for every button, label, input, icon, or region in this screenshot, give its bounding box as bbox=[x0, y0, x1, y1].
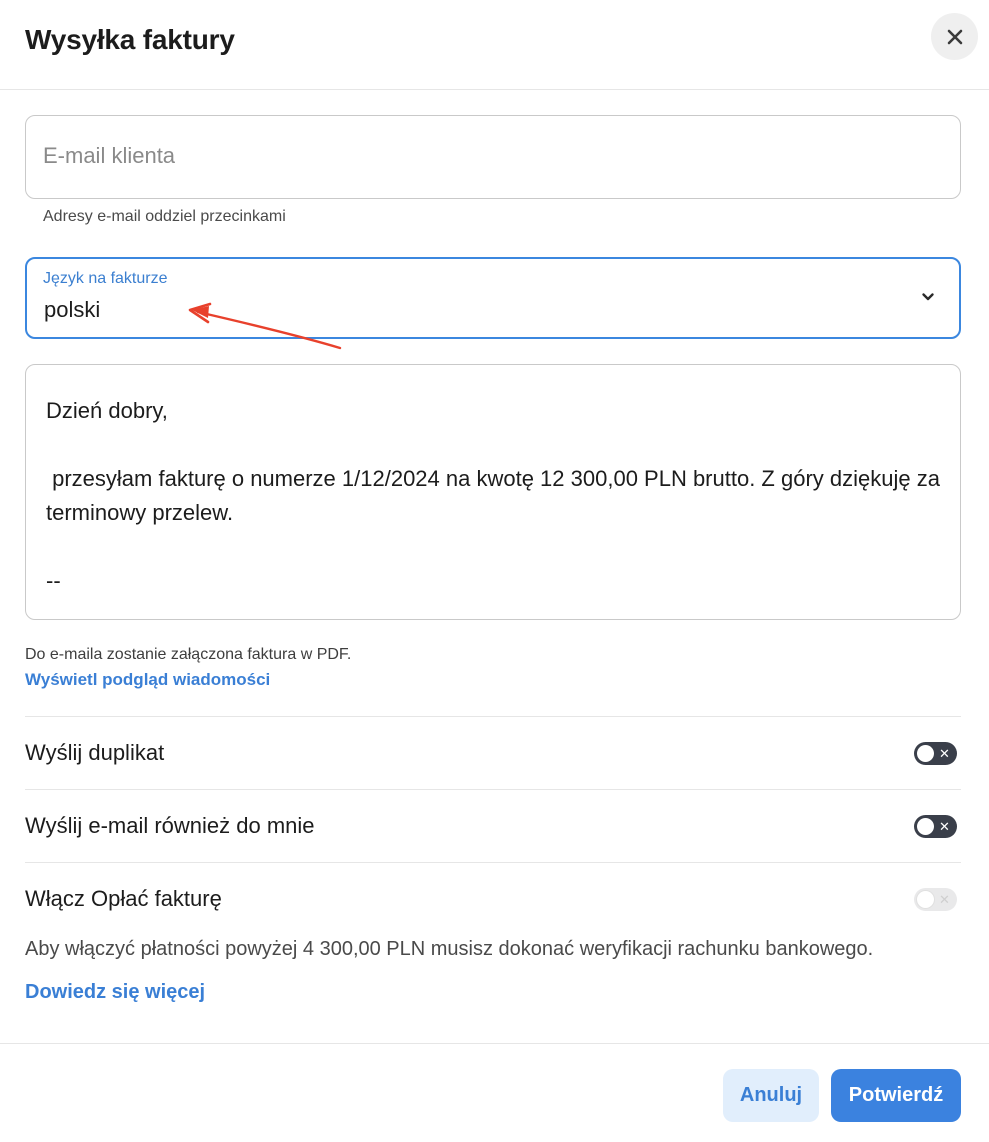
toggle-off-icon: ✕ bbox=[939, 746, 950, 761]
invoice-language-select[interactable]: Język na fakturze polski bbox=[25, 257, 961, 339]
message-body: przesyłam fakturę o numerze 1/12/2024 na… bbox=[46, 466, 947, 525]
message-greeting: Dzień dobry, bbox=[46, 398, 168, 423]
send-copy-to-me-toggle[interactable]: ✕ bbox=[914, 815, 957, 838]
message-signature: -- bbox=[46, 568, 61, 593]
option-row-send-duplicate: Wyślij duplikat ✕ bbox=[25, 716, 961, 789]
invoice-language-value: polski bbox=[44, 297, 101, 322]
dialog-footer: Anuluj Potwierdź bbox=[0, 1043, 989, 1142]
dialog-header: Wysyłka faktury bbox=[0, 0, 989, 90]
client-email-field[interactable] bbox=[25, 115, 961, 199]
enable-pay-invoice-toggle: ✕ bbox=[914, 888, 957, 911]
message-textarea[interactable]: Dzień dobry, przesyłam fakturę o numerze… bbox=[25, 364, 961, 620]
learn-more-link[interactable]: Dowiedz się więcej bbox=[25, 981, 205, 1004]
cancel-button[interactable]: Anuluj bbox=[723, 1069, 819, 1122]
preview-message-link[interactable]: Wyświetl podgląd wiadomości bbox=[25, 670, 270, 690]
option-row-enable-pay-invoice: Włącz Opłać fakturę ✕ bbox=[25, 862, 961, 935]
invoice-language-label: Język na fakturze bbox=[43, 270, 168, 287]
send-duplicate-label: Wyślij duplikat bbox=[25, 740, 165, 765]
close-button[interactable] bbox=[931, 13, 978, 60]
toggle-off-icon: ✕ bbox=[939, 892, 950, 907]
send-duplicate-toggle[interactable]: ✕ bbox=[914, 742, 957, 765]
attachment-note: Do e-maila zostanie załączona faktura w … bbox=[25, 646, 352, 663]
option-row-send-copy-to-me: Wyślij e-mail również do mnie ✕ bbox=[25, 789, 961, 862]
toggle-knob bbox=[917, 818, 934, 835]
send-copy-to-me-label: Wyślij e-mail również do mnie bbox=[25, 813, 315, 838]
enable-pay-invoice-label: Włącz Opłać fakturę bbox=[25, 886, 222, 911]
toggle-knob bbox=[917, 745, 934, 762]
send-invoice-dialog: Wysyłka faktury Adresy e-mail oddziel pr… bbox=[0, 0, 989, 1142]
chevron-down-icon bbox=[922, 293, 934, 301]
dialog-title: Wysyłka faktury bbox=[25, 24, 235, 55]
confirm-button[interactable]: Potwierdź bbox=[831, 1069, 961, 1122]
payment-verification-note: Aby włączyć płatności powyżej 4 300,00 P… bbox=[25, 938, 874, 960]
toggle-knob bbox=[917, 891, 934, 908]
client-email-input[interactable] bbox=[43, 141, 923, 171]
toggle-off-icon: ✕ bbox=[939, 819, 950, 834]
close-icon bbox=[947, 29, 962, 44]
email-helper-text: Adresy e-mail oddziel przecinkami bbox=[43, 208, 286, 225]
